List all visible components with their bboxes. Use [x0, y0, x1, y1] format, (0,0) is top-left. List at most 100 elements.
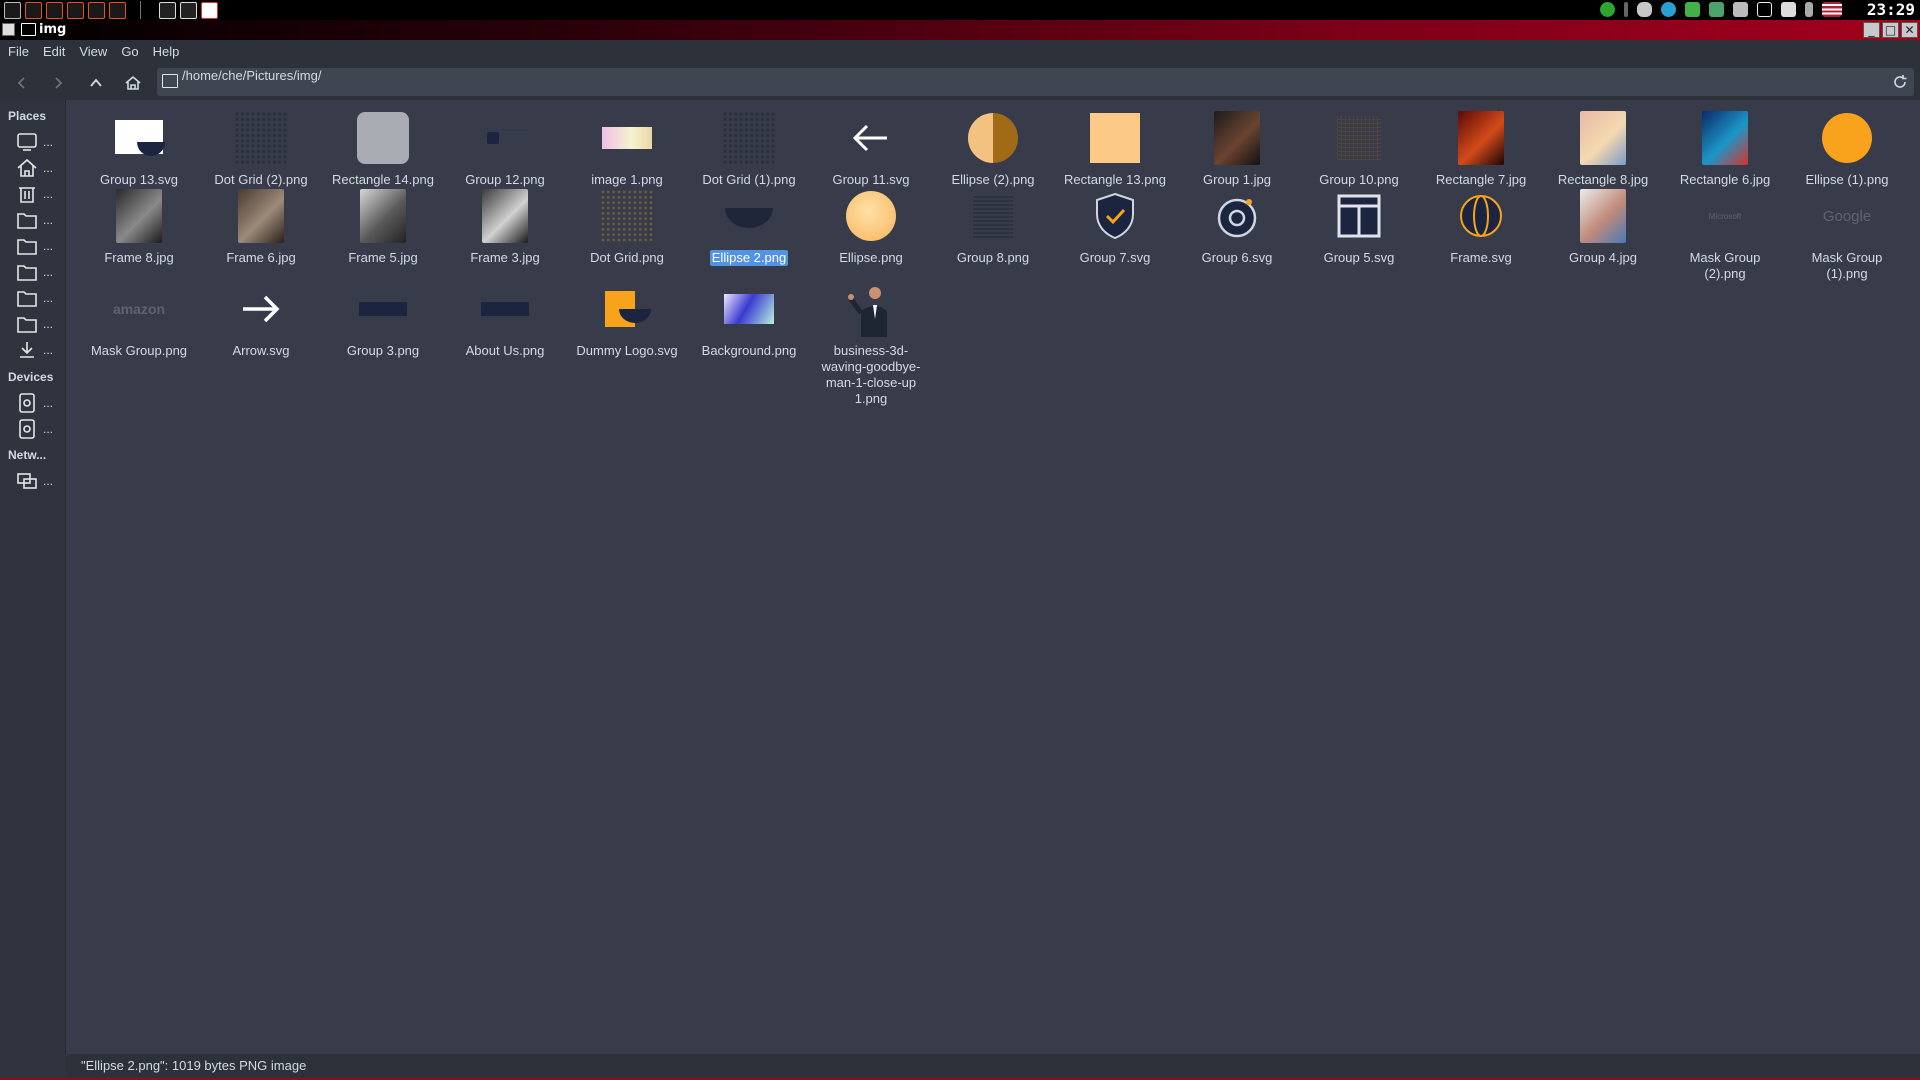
file-item[interactable]: Frame 3.jpg: [446, 182, 564, 266]
file-label: Group 6.svg: [1201, 250, 1273, 265]
file-item[interactable]: Group 6.svg: [1178, 182, 1296, 266]
file-item[interactable]: Rectangle 7.jpg: [1422, 104, 1540, 188]
file-item[interactable]: Group 11.svg: [812, 104, 930, 188]
power-icon[interactable]: [1600, 2, 1615, 17]
telegram-icon[interactable]: [1661, 2, 1676, 17]
folder-icon: [16, 314, 38, 334]
file-item[interactable]: Dot Grid (2).png: [202, 104, 320, 188]
terminal2-launcher-icon[interactable]: [109, 1, 126, 19]
cloud-icon[interactable]: [1637, 2, 1652, 17]
file-item[interactable]: Group 4.jpg: [1544, 182, 1662, 266]
window-menu-icon[interactable]: [2, 23, 15, 36]
file-item[interactable]: Group 3.png: [324, 275, 442, 359]
drive-icon: [16, 419, 38, 439]
file-item[interactable]: Frame 5.jpg: [324, 182, 442, 266]
file-item[interactable]: Rectangle 13.png: [1056, 104, 1174, 188]
tray-separator: [1624, 2, 1628, 17]
sidebar-item-home[interactable]: ...: [16, 157, 62, 179]
vpn-icon[interactable]: [1709, 2, 1724, 17]
menu-view[interactable]: View: [73, 40, 115, 64]
sidebar-item-folder-7[interactable]: ...: [16, 313, 62, 335]
close-button[interactable]: ✕: [1901, 22, 1918, 38]
app-launcher-icon[interactable]: [88, 1, 105, 19]
file-item[interactable]: Group 7.svg: [1056, 182, 1174, 266]
file-item[interactable]: Frame 8.jpg: [80, 182, 198, 266]
file-item[interactable]: Group 5.svg: [1300, 182, 1418, 266]
file-item[interactable]: amazon Mask Group.png: [80, 275, 198, 359]
download-icon: [16, 340, 38, 360]
menu-bar: File Edit View Go Help: [0, 40, 1920, 64]
maximize-button[interactable]: □: [1882, 22, 1899, 38]
menu-help[interactable]: Help: [147, 40, 188, 64]
file-item[interactable]: Arrow.svg: [202, 275, 320, 359]
file-item[interactable]: business-3d-waving-goodbye-man-1-close-u…: [812, 275, 930, 407]
forward-button[interactable]: [47, 72, 69, 94]
file-label: About Us.png: [465, 343, 545, 358]
file-thumbnail: [1085, 108, 1145, 168]
location-path[interactable]: /home/che/Pictures/img/: [182, 68, 321, 83]
file-item[interactable]: Rectangle 6.jpg: [1666, 104, 1784, 188]
folder-launcher-icon[interactable]: [25, 1, 42, 19]
file-item[interactable]: image 1.png: [568, 104, 686, 188]
task-window-2-icon[interactable]: [180, 1, 197, 19]
x-launcher-icon[interactable]: [4, 1, 21, 19]
shield-tray-icon[interactable]: [1685, 2, 1700, 17]
volume-icon[interactable]: [1733, 2, 1748, 17]
file-thumbnail: [597, 186, 657, 246]
sidebar-item-folder-4[interactable]: ...: [16, 235, 62, 257]
file-item[interactable]: Group 12.png: [446, 104, 564, 188]
menu-go[interactable]: Go: [115, 40, 146, 64]
reload-icon[interactable]: [1892, 74, 1908, 90]
file-item[interactable]: Ellipse.png: [812, 182, 930, 266]
back-button[interactable]: [11, 72, 33, 94]
terminal-launcher-icon[interactable]: [46, 1, 63, 19]
sidebar-item-computer[interactable]: ...: [16, 131, 62, 153]
file-item[interactable]: Group 8.png: [934, 182, 1052, 266]
file-item[interactable]: Dummy Logo.svg: [568, 275, 686, 359]
sidebar-item-download[interactable]: ...: [16, 339, 62, 361]
task-window-1-icon[interactable]: [159, 1, 176, 19]
sidebar-device-drive-0[interactable]: ...: [16, 392, 62, 414]
sidebar-network-network[interactable]: ...: [16, 470, 62, 492]
file-item[interactable]: Group 10.png: [1300, 104, 1418, 188]
minimize-button[interactable]: _: [1863, 22, 1880, 38]
chat-icon[interactable]: [1781, 2, 1796, 17]
sidebar-item-folder-3[interactable]: ...: [16, 209, 62, 231]
sidebar-device-drive-1[interactable]: ...: [16, 418, 62, 440]
up-button[interactable]: [85, 72, 107, 94]
file-item[interactable]: Rectangle 14.png: [324, 104, 442, 188]
firefox-launcher-icon[interactable]: [67, 1, 84, 19]
file-item[interactable]: Dot Grid (1).png: [690, 104, 808, 188]
file-item[interactable]: About Us.png: [446, 275, 564, 359]
file-thumbnail: [231, 279, 291, 339]
window-titlebar[interactable]: img _ □ ✕: [0, 20, 1920, 40]
menu-edit[interactable]: Edit: [37, 40, 73, 64]
home-button[interactable]: [122, 72, 144, 94]
bluetooth-icon[interactable]: [1805, 2, 1813, 17]
file-item[interactable]: Dot Grid.png: [568, 182, 686, 266]
location-bar[interactable]: /home/che/Pictures/img/: [157, 68, 1914, 96]
file-item[interactable]: Ellipse 2.png: [690, 182, 808, 266]
file-thumbnail: [1817, 108, 1877, 168]
menu-file[interactable]: File: [2, 40, 37, 64]
file-item[interactable]: Microsoft Mask Group (2).png: [1666, 182, 1784, 282]
sidebar-item-folder-5[interactable]: ...: [16, 261, 62, 283]
file-item[interactable]: Ellipse (2).png: [934, 104, 1052, 188]
file-item[interactable]: Frame.svg: [1422, 182, 1540, 266]
file-item[interactable]: Background.png: [690, 275, 808, 359]
us-flag-icon[interactable]: [1822, 2, 1842, 17]
clipboard-icon[interactable]: [1757, 2, 1772, 17]
file-item[interactable]: Group 1.jpg: [1178, 104, 1296, 188]
file-item[interactable]: Group 13.svg: [80, 104, 198, 188]
status-bar-gap: [0, 1054, 66, 1078]
sidebar-item-trash[interactable]: ...: [16, 183, 62, 205]
clock[interactable]: 23:29: [1867, 0, 1915, 20]
drive-icon: [16, 393, 38, 413]
file-item[interactable]: Ellipse (1).png: [1788, 104, 1906, 188]
file-item[interactable]: Google Mask Group (1).png: [1788, 182, 1906, 282]
file-item[interactable]: Rectangle 8.jpg: [1544, 104, 1662, 188]
file-item[interactable]: Frame 6.jpg: [202, 182, 320, 266]
task-window-3-icon[interactable]: [201, 1, 218, 19]
sidebar-item-folder-6[interactable]: ...: [16, 287, 62, 309]
file-grid[interactable]: Group 13.svg Dot Grid (2).png Rectangle 14…: [66, 100, 1920, 1054]
